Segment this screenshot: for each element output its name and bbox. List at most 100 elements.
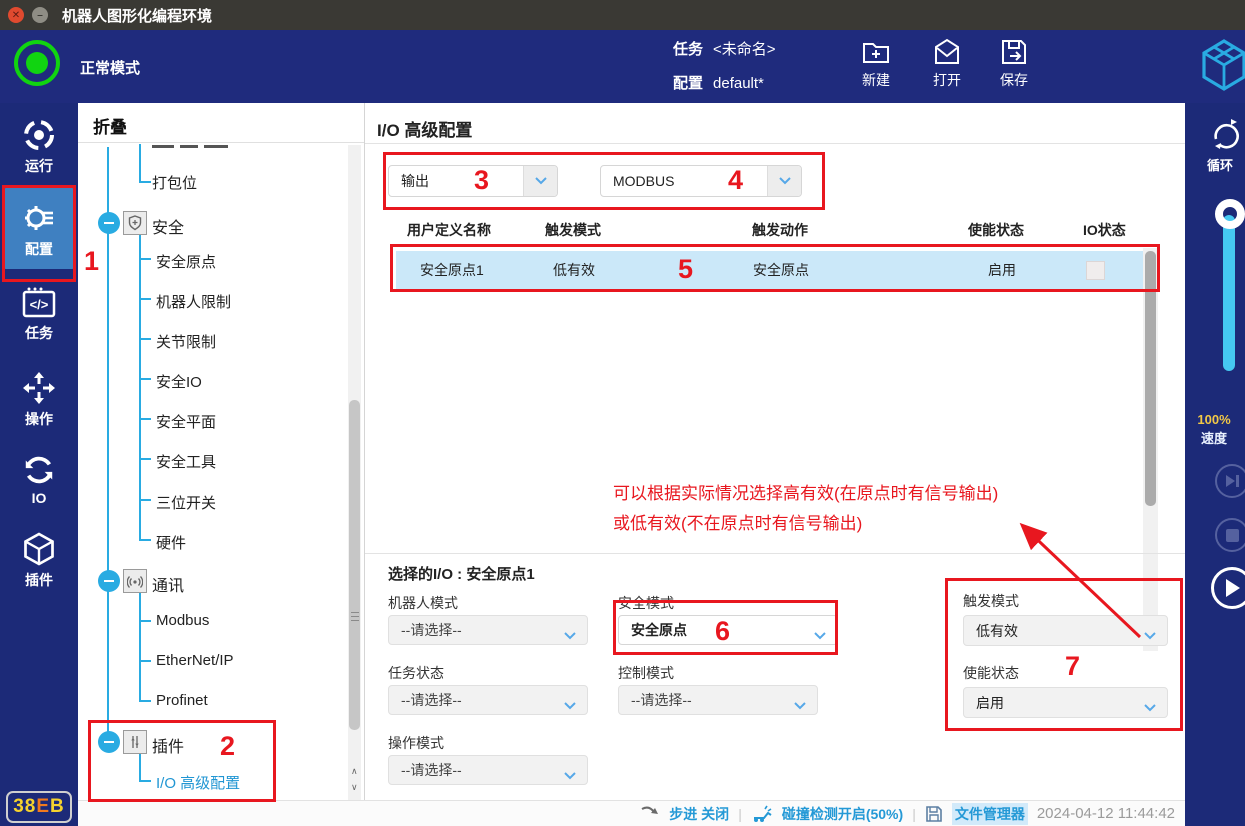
open-file-icon <box>931 36 963 68</box>
tree-connector <box>139 499 151 501</box>
tree-branch-line <box>139 753 141 782</box>
tree-item[interactable]: 安全平面 <box>156 411 216 432</box>
step-next-button[interactable] <box>1215 464 1245 498</box>
tree-item[interactable]: 硬件 <box>156 532 186 553</box>
selected-io-heading: 选择的I/O : 安全原点1 <box>388 563 535 584</box>
bus-type-value: MODBUS <box>613 173 674 189</box>
scroll-down-icon[interactable]: ∨ <box>351 783 358 792</box>
io-direction-select[interactable]: 输出 <box>388 165 558 197</box>
loop-icon[interactable] <box>1207 115 1245 158</box>
trigger-mode-label: 触发模式 <box>963 591 1019 611</box>
bus-type-select[interactable]: MODBUS <box>600 165 802 197</box>
sidebar-item-run[interactable]: 运行 <box>0 117 78 176</box>
new-button-label: 新建 <box>844 70 908 90</box>
tree-item[interactable]: 安全原点 <box>156 251 216 272</box>
speed-slider-knob[interactable] <box>1215 199 1245 229</box>
tree-connector <box>139 298 151 300</box>
robot-mode-select[interactable]: --请选择-- <box>388 615 588 645</box>
gear-icon <box>21 200 57 236</box>
enable-state-label: 使能状态 <box>963 663 1019 683</box>
cell-trigger-action: 安全原点 <box>753 251 809 289</box>
safety-shield-icon <box>123 211 147 235</box>
loop-label: 循环 <box>1207 155 1233 174</box>
file-manager-link[interactable]: 文件管理器 <box>952 803 1028 825</box>
op-mode-label: 操作模式 <box>388 733 444 753</box>
tree-item[interactable]: Modbus <box>156 612 209 629</box>
tree-collapse-node[interactable] <box>98 212 120 234</box>
sidebar-item-label: IO <box>0 490 78 506</box>
comm-antenna-icon <box>123 569 147 593</box>
io-state-checkbox[interactable] <box>1086 261 1105 280</box>
sidebar-item-config[interactable]: 配置 <box>4 188 74 269</box>
close-icon[interactable]: ✕ <box>8 7 24 23</box>
tree-group-safety[interactable]: 安全 <box>152 214 184 238</box>
tree-collapse-node[interactable] <box>98 731 120 753</box>
step-mode-status[interactable]: 步进 关闭 <box>669 804 729 824</box>
task-value: <未命名> <box>713 41 776 58</box>
tree-connector <box>139 780 151 782</box>
separator: | <box>738 806 742 822</box>
left-nav-sidebar: 运行 配置 </> 任务 操作 IO 插件 38EB <box>0 103 78 826</box>
chevron-down-icon <box>767 166 801 196</box>
tree-scrollbar[interactable]: ∧ ∨ <box>348 145 361 800</box>
stop-button[interactable] <box>1215 518 1245 552</box>
tree-item[interactable]: 安全IO <box>156 371 202 392</box>
new-button[interactable]: 新建 <box>844 36 908 90</box>
tree-item[interactable]: 机器人限制 <box>156 291 231 312</box>
control-mode-select[interactable]: --请选择-- <box>618 685 818 715</box>
col-header: 使能状态 <box>968 220 1024 240</box>
speed-label: 速度 <box>1185 428 1243 447</box>
status-badge: 38EB <box>6 791 72 823</box>
brand-logo-icon <box>1200 36 1245 99</box>
tree-item[interactable]: EtherNet/IP <box>156 652 234 669</box>
col-header: 触发模式 <box>545 220 601 240</box>
tree-group-comm[interactable]: 通讯 <box>152 572 184 596</box>
tree-item[interactable]: 三位开关 <box>156 492 216 513</box>
play-icon <box>1224 578 1241 598</box>
stop-icon <box>1226 529 1239 542</box>
badge-part: B <box>50 796 65 818</box>
window-title: 机器人图形化编程环境 <box>62 5 212 26</box>
task-state-select[interactable]: --请选择-- <box>388 685 588 715</box>
badge-part: 38 <box>13 796 36 818</box>
sidebar-item-task[interactable]: </> 任务 <box>0 286 78 343</box>
chevron-down-icon <box>794 697 806 713</box>
annotation-note-line1: 可以根据实际情况选择高有效(在原点时有信号输出) <box>613 479 998 504</box>
sidebar-item-operate[interactable]: 操作 <box>0 370 78 429</box>
speed-slider-track[interactable] <box>1223 215 1235 371</box>
tree-item-io-advanced-config[interactable]: I/O 高级配置 <box>156 772 240 793</box>
robot-mode-label: 机器人模式 <box>388 593 458 613</box>
tree-connector <box>139 418 151 420</box>
save-button[interactable]: 保存 <box>982 36 1046 90</box>
tree-branch-line <box>139 592 141 701</box>
speed-value: 100% <box>1185 412 1243 427</box>
open-button[interactable]: 打开 <box>915 36 979 90</box>
tree-group-plugin[interactable]: 插件 <box>152 733 184 757</box>
op-mode-select[interactable]: --请选择-- <box>388 755 588 785</box>
datetime-label: 2024-04-12 11:44:42 <box>1037 805 1175 822</box>
trigger-mode-select[interactable]: 低有效 <box>963 615 1168 646</box>
tree-collapse-node[interactable] <box>98 570 120 592</box>
tree-item-pack[interactable]: 打包位 <box>152 172 197 193</box>
tree-item[interactable]: 关节限制 <box>156 331 216 352</box>
enable-state-select[interactable]: 启用 <box>963 687 1168 718</box>
table-row-safety-origin[interactable]: 安全原点1 低有效 安全原点 启用 <box>396 251 1143 289</box>
safety-mode-value: 安全原点 <box>631 620 687 640</box>
tree-connector <box>139 181 151 183</box>
tree-item[interactable]: 安全工具 <box>156 451 216 472</box>
scroll-up-icon[interactable]: ∧ <box>351 767 358 776</box>
config-label: 配置 <box>673 75 703 92</box>
sidebar-item-plugin[interactable]: 插件 <box>0 531 78 590</box>
tree-item[interactable]: Profinet <box>156 692 208 709</box>
safety-mode-select[interactable]: 安全原点 <box>618 615 838 645</box>
tree-collapse-header[interactable]: 折叠 <box>78 103 364 143</box>
play-button[interactable] <box>1211 567 1245 609</box>
table-scrollbar[interactable]: ∧ ∨ <box>1143 248 1158 651</box>
collision-detect-status[interactable]: 碰撞检测开启(50%) <box>782 804 903 824</box>
cell-enable-state: 启用 <box>988 251 1016 289</box>
task-state-value: --请选择-- <box>401 690 462 710</box>
save-icon <box>998 36 1030 68</box>
minimize-icon[interactable]: – <box>32 7 48 23</box>
io-cycle-icon <box>21 453 57 487</box>
sidebar-item-io[interactable]: IO <box>0 453 78 506</box>
